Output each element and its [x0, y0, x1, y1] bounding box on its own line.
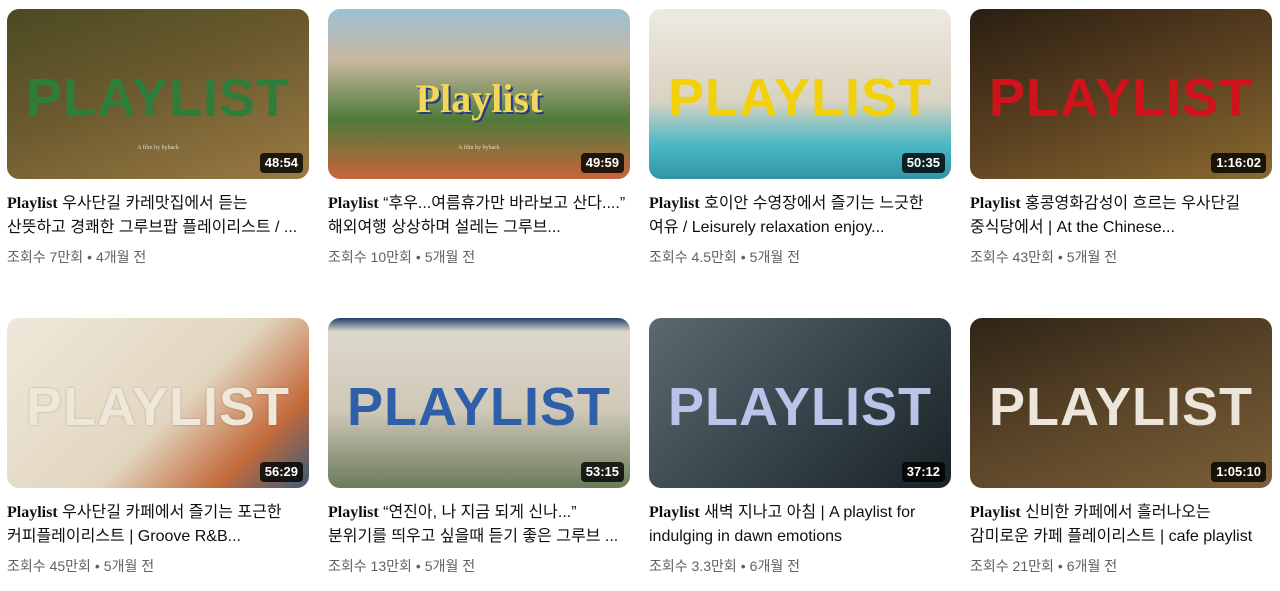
video-title[interactable]: Playlist “연진아, 나 지금 되게 신나...” 분위기를 띄우고 싶…	[328, 501, 630, 549]
title-prefix: Playlist	[7, 504, 58, 521]
video-thumbnail[interactable]: PLAYLIST 56:29	[7, 318, 309, 488]
video-thumbnail[interactable]: PLAYLIST 1:16:02	[970, 9, 1272, 179]
video-meta: 조회수 10만회 • 5개월 전	[328, 249, 476, 265]
video-title[interactable]: Playlist 홍콩영화감성이 흐르는 우사단길 중식당에서 | At the…	[970, 192, 1272, 240]
view-count: 조회수 4.5만회	[649, 249, 737, 265]
title-prefix: Playlist	[649, 504, 700, 521]
video-grid: PLAYLIST A film by byback 48:54 Playlist…	[0, 0, 1280, 591]
video-meta: 조회수 45만회 • 5개월 전	[7, 558, 155, 574]
upload-age: 6개월 전	[1066, 558, 1118, 574]
duration-badge: 56:29	[259, 462, 303, 482]
title-prefix: Playlist	[970, 504, 1021, 521]
thumbnail-credit: A film by byback	[137, 145, 179, 151]
view-count: 조회수 21만회	[970, 558, 1054, 574]
thumbnail-overlay-text: PLAYLIST	[667, 68, 933, 128]
video-thumbnail[interactable]: Playlist A film by byback 49:59	[328, 9, 630, 179]
title-prefix: Playlist	[7, 195, 58, 212]
title-prefix: Playlist	[970, 195, 1021, 212]
view-count: 조회수 3.3만회	[649, 558, 737, 574]
video-meta: 조회수 7만회 • 4개월 전	[7, 249, 147, 265]
title-prefix: Playlist	[328, 504, 379, 521]
title-prefix: Playlist	[328, 195, 379, 212]
video-title[interactable]: Playlist 새벽 지나고 아침 | A playlist for indu…	[649, 501, 951, 549]
video-thumbnail[interactable]: PLAYLIST 50:35	[649, 9, 951, 179]
video-title[interactable]: Playlist 호이안 수영장에서 즐기는 느긋한 여유 / Leisurel…	[649, 192, 951, 240]
video-card[interactable]: PLAYLIST 1:05:10 Playlist 신비한 카페에서 흘러나오는…	[970, 318, 1272, 576]
video-meta: 조회수 43만회 • 5개월 전	[970, 249, 1118, 265]
video-title[interactable]: Playlist 신비한 카페에서 흘러나오는 감미로운 카페 플레이리스트 |…	[970, 501, 1272, 549]
upload-age: 5개월 전	[749, 249, 800, 265]
duration-badge: 1:16:02	[1211, 153, 1266, 173]
video-title[interactable]: Playlist “후우...여름휴가만 바라보고 산다....” 해외여행 상…	[328, 192, 630, 240]
video-card[interactable]: PLAYLIST 37:12 Playlist 새벽 지나고 아침 | A pl…	[649, 318, 951, 576]
upload-age: 5개월 전	[103, 558, 155, 574]
video-meta: 조회수 3.3만회 • 6개월 전	[649, 558, 800, 574]
view-count: 조회수 13만회	[328, 558, 412, 574]
thumbnail-overlay-text: Playlist	[415, 76, 543, 121]
upload-age: 6개월 전	[749, 558, 800, 574]
upload-age: 5개월 전	[424, 558, 476, 574]
thumbnail-overlay-text: PLAYLIST	[988, 68, 1254, 128]
video-meta: 조회수 13만회 • 5개월 전	[328, 558, 476, 574]
thumbnail-overlay-text: PLAYLIST	[346, 377, 612, 437]
video-thumbnail[interactable]: PLAYLIST 37:12	[649, 318, 951, 488]
video-meta: 조회수 4.5만회 • 5개월 전	[649, 249, 800, 265]
duration-badge: 1:05:10	[1211, 462, 1266, 482]
view-count: 조회수 7만회	[7, 249, 84, 265]
video-card[interactable]: PLAYLIST 1:16:02 Playlist 홍콩영화감성이 흐르는 우사…	[970, 9, 1272, 267]
video-card[interactable]: PLAYLIST 56:29 Playlist 우사단길 카페에서 즐기는 포근…	[7, 318, 309, 576]
thumbnail-overlay-text: PLAYLIST	[25, 68, 291, 128]
thumbnail-overlay-text: PLAYLIST	[25, 377, 291, 437]
video-card[interactable]: PLAYLIST 53:15 Playlist “연진아, 나 지금 되게 신나…	[328, 318, 630, 576]
upload-age: 4개월 전	[95, 249, 147, 265]
video-card[interactable]: PLAYLIST A film by byback 48:54 Playlist…	[7, 9, 309, 267]
view-count: 조회수 43만회	[970, 249, 1054, 265]
upload-age: 5개월 전	[1066, 249, 1118, 265]
video-thumbnail[interactable]: PLAYLIST 53:15	[328, 318, 630, 488]
duration-badge: 37:12	[901, 462, 945, 482]
thumbnail-overlay-text: PLAYLIST	[667, 377, 933, 437]
duration-badge: 53:15	[580, 462, 624, 482]
video-title[interactable]: Playlist 우사단길 카레맛집에서 듣는 산뜻하고 경쾌한 그루브팝 플레…	[7, 192, 309, 240]
upload-age: 5개월 전	[424, 249, 476, 265]
duration-badge: 50:35	[901, 153, 945, 173]
view-count: 조회수 10만회	[328, 249, 412, 265]
title-prefix: Playlist	[649, 195, 700, 212]
video-meta: 조회수 21만회 • 6개월 전	[970, 558, 1118, 574]
view-count: 조회수 45만회	[7, 558, 91, 574]
video-card[interactable]: Playlist A film by byback 49:59 Playlist…	[328, 9, 630, 267]
video-thumbnail[interactable]: PLAYLIST 1:05:10	[970, 318, 1272, 488]
video-card[interactable]: PLAYLIST 50:35 Playlist 호이안 수영장에서 즐기는 느긋…	[649, 9, 951, 267]
video-thumbnail[interactable]: PLAYLIST A film by byback 48:54	[7, 9, 309, 179]
thumbnail-credit: A film by byback	[458, 145, 500, 151]
duration-badge: 48:54	[259, 153, 303, 173]
video-title[interactable]: Playlist 우사단길 카페에서 즐기는 포근한 커피플레이리스트 | Gr…	[7, 501, 309, 549]
thumbnail-overlay-text: PLAYLIST	[988, 377, 1254, 437]
duration-badge: 49:59	[580, 153, 624, 173]
